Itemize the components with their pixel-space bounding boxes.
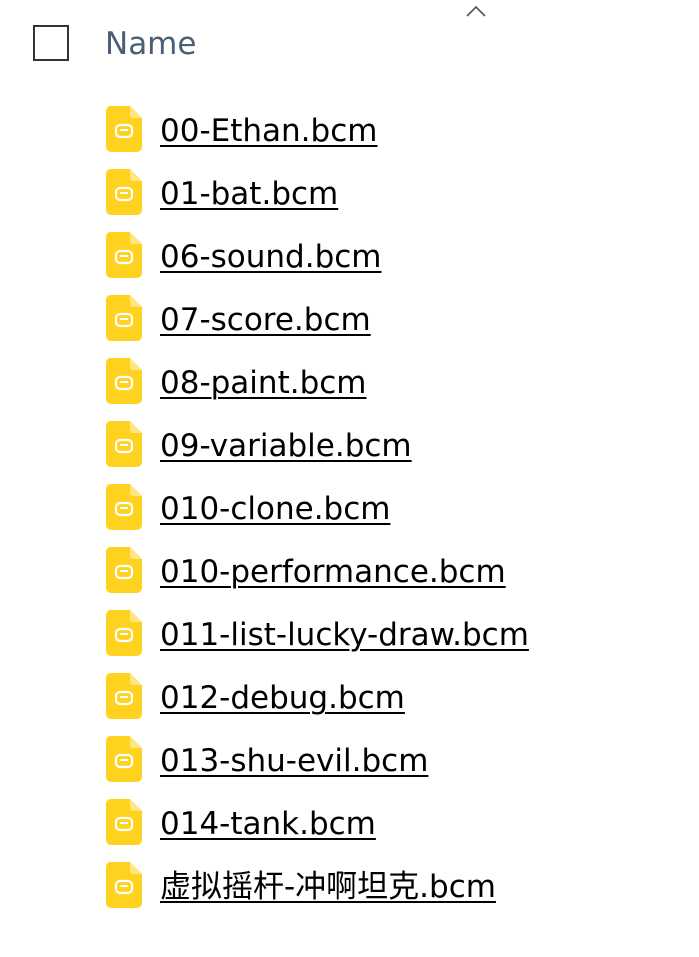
file-icon xyxy=(106,295,142,341)
file-name[interactable]: 013-shu-evil.bcm xyxy=(160,741,428,781)
file-row[interactable]: 09-variable.bcm xyxy=(0,418,699,481)
file-name[interactable]: 012-debug.bcm xyxy=(160,678,405,718)
file-icon xyxy=(106,232,142,278)
file-row[interactable]: 06-sound.bcm xyxy=(0,229,699,292)
file-icon xyxy=(106,862,142,908)
select-all-checkbox[interactable] xyxy=(33,25,69,61)
file-icon xyxy=(106,610,142,656)
file-name[interactable]: 011-list-lucky-draw.bcm xyxy=(160,615,529,655)
name-column-header[interactable]: Name xyxy=(105,24,196,64)
file-name[interactable]: 010-clone.bcm xyxy=(160,489,390,529)
file-icon xyxy=(106,358,142,404)
file-name[interactable]: 09-variable.bcm xyxy=(160,426,412,466)
file-name[interactable]: 虚拟摇杆-冲啊坦克.bcm xyxy=(160,867,496,907)
file-row[interactable]: 010-performance.bcm xyxy=(0,544,699,607)
file-icon xyxy=(106,799,142,845)
file-icon xyxy=(106,736,142,782)
file-row[interactable]: 01-bat.bcm xyxy=(0,166,699,229)
file-icon xyxy=(106,169,142,215)
file-row[interactable]: 08-paint.bcm xyxy=(0,355,699,418)
file-name[interactable]: 00-Ethan.bcm xyxy=(160,111,377,151)
file-list: 00-Ethan.bcm 01-bat.bcm 06-sound.bcm 07-… xyxy=(0,103,699,922)
file-icon xyxy=(106,484,142,530)
file-name[interactable]: 01-bat.bcm xyxy=(160,174,338,214)
file-row[interactable]: 013-shu-evil.bcm xyxy=(0,733,699,796)
file-list-header: Name xyxy=(0,0,699,90)
file-icon xyxy=(106,547,142,593)
file-row[interactable]: 010-clone.bcm xyxy=(0,481,699,544)
file-row[interactable]: 07-score.bcm xyxy=(0,292,699,355)
file-row[interactable]: 014-tank.bcm xyxy=(0,796,699,859)
file-row[interactable]: 012-debug.bcm xyxy=(0,670,699,733)
file-name[interactable]: 06-sound.bcm xyxy=(160,237,382,277)
file-row[interactable]: 虚拟摇杆-冲啊坦克.bcm xyxy=(0,859,699,922)
file-icon xyxy=(106,673,142,719)
file-name[interactable]: 07-score.bcm xyxy=(160,300,371,340)
file-icon xyxy=(106,421,142,467)
file-row[interactable]: 00-Ethan.bcm xyxy=(0,103,699,166)
file-name[interactable]: 014-tank.bcm xyxy=(160,804,376,844)
chevron-up-icon[interactable] xyxy=(465,4,487,18)
file-icon xyxy=(106,106,142,152)
file-name[interactable]: 08-paint.bcm xyxy=(160,363,367,403)
file-name[interactable]: 010-performance.bcm xyxy=(160,552,506,592)
file-row[interactable]: 011-list-lucky-draw.bcm xyxy=(0,607,699,670)
